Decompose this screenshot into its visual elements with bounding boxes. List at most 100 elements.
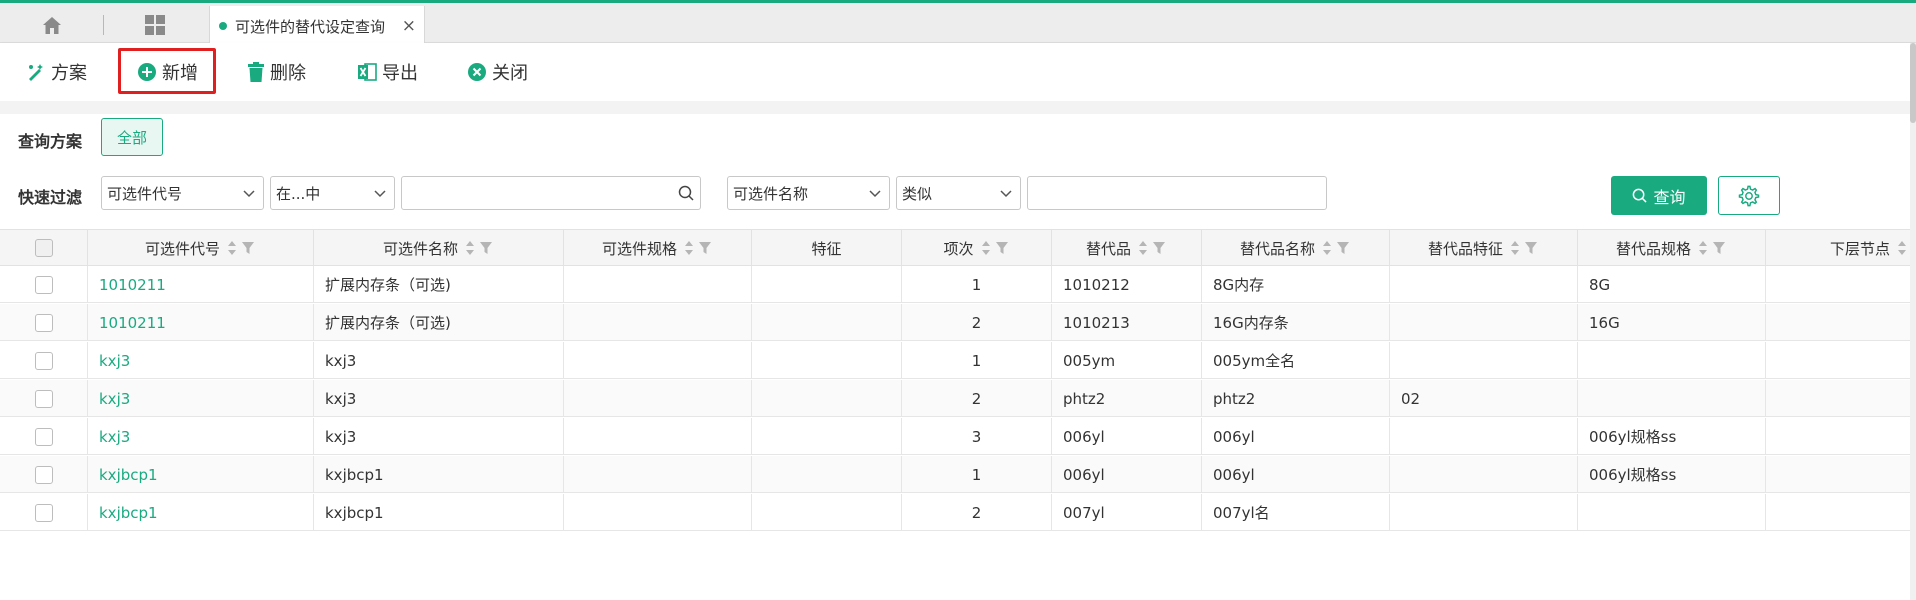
cell-code-link[interactable]: kxj3 [88,380,314,417]
col-header-label: 可选件名称 [382,239,458,258]
table-cell: 1 [902,266,1052,303]
search-icon[interactable] [678,185,694,205]
col-header-substitute-name[interactable]: 替代品名称 [1202,230,1390,266]
table-cell [564,342,752,379]
select-all-checkbox[interactable] [34,239,53,257]
sort-filter-icons[interactable] [1509,239,1539,257]
table-cell: 16G [1578,304,1766,341]
filter-value1-input[interactable] [401,176,701,210]
row-checkbox[interactable] [34,427,53,446]
filter-op1-value: 在...中 [276,184,321,203]
sort-filter-icons[interactable] [226,239,256,257]
table-cell [752,342,902,379]
row-checkbox[interactable] [34,389,53,408]
col-header-code[interactable]: 可选件代号 [88,230,314,266]
cell-code-link[interactable]: kxj3 [88,418,314,455]
table-cell: 006yl [1202,418,1390,455]
close-button[interactable]: 关闭 [467,53,528,91]
row-select-cell[interactable] [0,418,88,455]
col-header-seq[interactable]: 项次 [902,230,1052,266]
table-row[interactable]: kxjbcp1 kxjbcp1 2 007yl 007yl名 [0,494,1916,531]
tab-active[interactable]: 可选件的替代设定查询 × [209,6,425,46]
table-cell [1766,494,1910,531]
table-row[interactable]: 1010211 扩展内存条（可选) 1 1010212 8G内存 8G [0,266,1916,303]
row-select-cell[interactable] [0,266,88,303]
row-checkbox[interactable] [34,275,53,294]
table-cell: 006yl规格ss [1578,456,1766,493]
sort-filter-icons[interactable] [464,239,494,257]
delete-button[interactable]: 删除 [247,53,306,91]
sort-icon[interactable] [1896,239,1908,257]
cell-code-link[interactable]: 1010211 [88,266,314,303]
table-row[interactable]: kxj3 kxj3 1 005ym 005ym全名 [0,342,1916,379]
col-header-label: 替代品特征 [1427,239,1503,258]
close-circle-icon [467,62,487,82]
delete-button-label: 删除 [270,63,306,84]
table-cell: 8G内存 [1202,266,1390,303]
table-cell: phtz2 [1202,380,1390,417]
tab-close-icon[interactable]: × [402,16,416,36]
table-cell [1578,494,1766,531]
cell-code-link[interactable]: kxj3 [88,342,314,379]
sort-filter-icons[interactable] [1697,239,1727,257]
table-cell: 006yl [1202,456,1390,493]
col-header-substitute[interactable]: 替代品 [1052,230,1202,266]
col-header-substitute-feature[interactable]: 替代品特征 [1390,230,1578,266]
trash-icon [247,62,265,82]
query-button[interactable]: 查询 [1611,176,1707,215]
vertical-scrollbar[interactable] [1910,43,1916,600]
export-button[interactable]: 导出 [357,53,418,91]
row-checkbox[interactable] [34,465,53,484]
col-header-substitute-spec[interactable]: 替代品规格 [1578,230,1766,266]
row-checkbox[interactable] [34,351,53,370]
cell-code-link[interactable]: kxjbcp1 [88,494,314,531]
row-select-cell[interactable] [0,304,88,341]
row-select-cell[interactable] [0,380,88,417]
col-header-label: 可选件代号 [144,239,220,258]
row-checkbox[interactable] [34,503,53,522]
table-cell: 007yl [1052,494,1202,531]
filter-field2-select[interactable]: 可选件名称 [727,176,890,210]
filter-value2-input[interactable] [1027,176,1327,210]
cell-code-link[interactable]: 1010211 [88,304,314,341]
table-header: 可选件代号 可选件名称 可选件规格 特征 项次 替代品 替代品名称 替代品特征 [0,229,1916,266]
scrollbar-thumb[interactable] [1910,43,1916,123]
filter-op1-select[interactable]: 在...中 [270,176,395,210]
home-icon[interactable] [38,13,66,37]
sort-filter-icons[interactable] [683,239,713,257]
scheme-button[interactable]: 方案 [26,53,87,91]
col-header-spec[interactable]: 可选件规格 [564,230,752,266]
sort-filter-icons[interactable] [1137,239,1167,257]
scheme-all-button[interactable]: 全部 [101,118,163,156]
add-button[interactable]: 新增 [137,53,198,91]
filter-field1-select[interactable]: 可选件代号 [101,176,264,210]
filter-op2-select[interactable]: 类似 [896,176,1021,210]
table-row[interactable]: 1010211 扩展内存条（可选) 2 1010213 16G内存条 16G [0,304,1916,341]
table-cell: 006yl [1052,418,1202,455]
table-cell: phtz2 [1052,380,1202,417]
col-header-name[interactable]: 可选件名称 [314,230,564,266]
table-cell [564,456,752,493]
table-row[interactable]: kxj3 kxj3 3 006yl 006yl 006yl规格ss [0,418,1916,455]
row-select-cell[interactable] [0,494,88,531]
table-cell: kxj3 [314,418,564,455]
filter-field1-value: 可选件代号 [107,184,183,203]
table-row[interactable]: kxjbcp1 kxjbcp1 1 006yl 006yl 006yl规格ss [0,456,1916,493]
col-header-feature[interactable]: 特征 [752,230,902,266]
sort-filter-icons[interactable] [980,239,1010,257]
cell-code-link[interactable]: kxjbcp1 [88,456,314,493]
grid-icon[interactable] [142,12,168,38]
table-cell: kxj3 [314,342,564,379]
settings-button[interactable] [1718,176,1780,215]
row-select-cell[interactable] [0,456,88,493]
row-checkbox[interactable] [34,313,53,332]
header-select-all[interactable] [0,230,88,266]
row-select-cell[interactable] [0,342,88,379]
table-cell [1766,342,1910,379]
table-row[interactable]: kxj3 kxj3 2 phtz2 phtz2 02 [0,380,1916,417]
sort-filter-icons[interactable] [1321,239,1351,257]
col-header-child-node[interactable]: 下层节点 [1766,230,1910,266]
table-cell [1766,380,1910,417]
col-header-label: 可选件规格 [601,239,677,258]
table-cell: 1010212 [1052,266,1202,303]
